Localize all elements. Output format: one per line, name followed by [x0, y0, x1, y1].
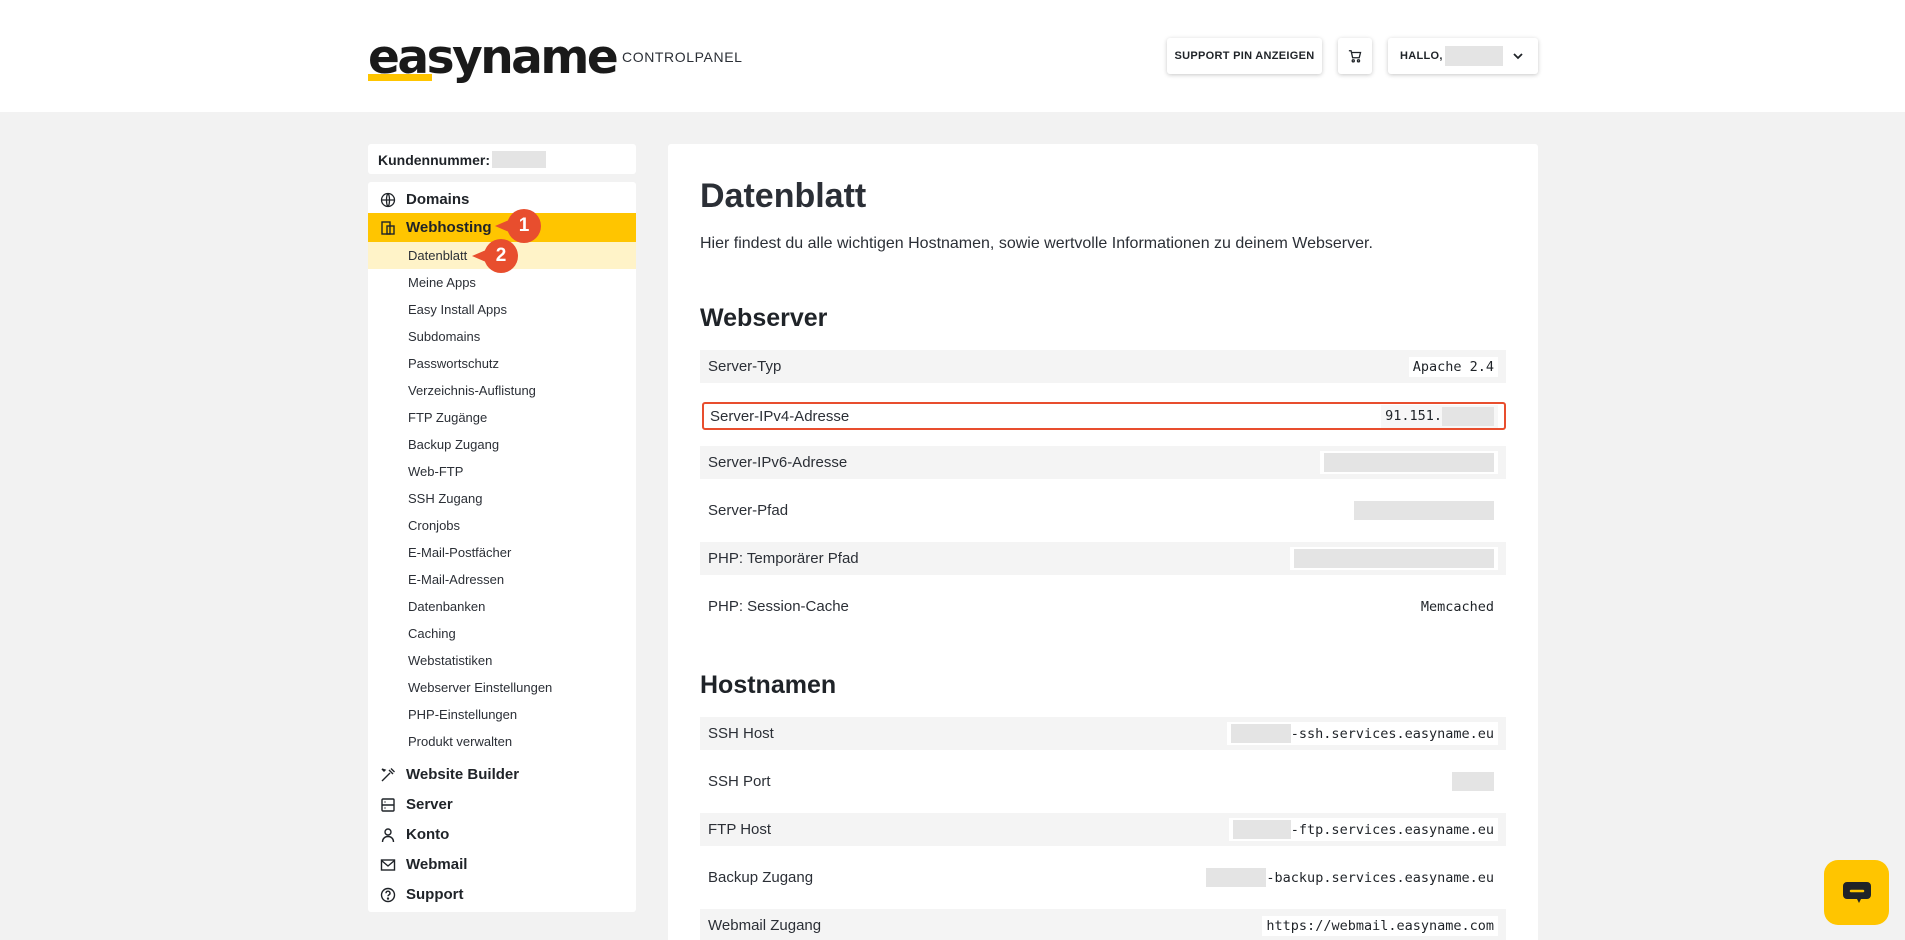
easyname-logo[interactable]: easyname	[368, 34, 619, 84]
info-row-backup-zugang: Backup Zugang -backup.services.easyname.…	[700, 861, 1506, 894]
section-title-hostnamen: Hostnamen	[700, 671, 837, 699]
globe-icon	[380, 192, 396, 207]
info-value[interactable]	[1448, 770, 1498, 793]
controlpanel-label: CONTROLPANEL	[622, 49, 743, 65]
info-value[interactable]: -backup.services.easyname.eu	[1202, 866, 1498, 889]
info-row-ssh-host: SSH Host -ssh.services.easyname.eu	[700, 717, 1506, 750]
sidebar-sub-backup-zugang[interactable]: Backup Zugang	[368, 431, 636, 458]
sidebar-sub-ftp-zugaenge[interactable]: FTP Zugänge	[368, 404, 636, 431]
section-title-webserver: Webserver	[700, 304, 828, 332]
info-value[interactable]	[1290, 547, 1498, 570]
info-label: PHP: Temporärer Pfad	[708, 550, 859, 567]
sidebar-sub-easy-install-apps[interactable]: Easy Install Apps	[368, 296, 636, 323]
info-label: Webmail Zugang	[708, 917, 822, 934]
sidebar-item-domains[interactable]: Domains	[368, 185, 636, 214]
sidebar-item-webmail[interactable]: Webmail	[368, 850, 636, 879]
sidebar-sub-passwortschutz[interactable]: Passwortschutz	[368, 350, 636, 377]
chat-button[interactable]	[1824, 860, 1889, 925]
sidebar-sub-email-postfaecher[interactable]: E-Mail-Postfächer	[368, 539, 636, 566]
user-menu-button[interactable]: HALLO,	[1388, 38, 1538, 74]
sidebar-sub-php-einstellungen[interactable]: PHP-Einstellungen	[368, 701, 636, 728]
info-row-server-ipv4: Server-IPv4-Adresse 91.151.	[702, 402, 1506, 430]
info-label: Server-IPv4-Adresse	[710, 407, 850, 425]
info-row-ssh-port: SSH Port	[700, 765, 1506, 798]
info-label: Backup Zugang	[708, 869, 814, 886]
builder-icon	[381, 767, 395, 781]
sidebar-item-support[interactable]: Support	[368, 880, 636, 909]
info-value[interactable]	[1350, 499, 1498, 522]
redacted-customer-number	[492, 151, 546, 168]
sidebar-sub-webserver-einstellungen[interactable]: Webserver Einstellungen	[368, 674, 636, 701]
info-row-webmail-zugang: Webmail Zugang https://webmail.easyname.…	[700, 909, 1506, 940]
sidebar-sub-caching[interactable]: Caching	[368, 620, 636, 647]
main-content: Datenblatt Hier findest du alle wichtige…	[668, 144, 1538, 940]
info-label: SSH Host	[708, 725, 774, 742]
sidebar-sub-meine-apps[interactable]: Meine Apps	[368, 269, 636, 296]
top-header: easyname CONTROLPANEL SUPPORT PIN ANZEIG…	[0, 0, 1905, 112]
info-value[interactable]: 91.151.	[1381, 404, 1498, 428]
info-label: Server-IPv6-Adresse	[708, 454, 848, 471]
info-value[interactable]: Apache 2.4	[1408, 356, 1498, 377]
user-greeting: HALLO,	[1400, 50, 1443, 62]
chat-icon	[1842, 881, 1871, 903]
cart-button[interactable]	[1338, 38, 1372, 74]
sidebar-item-server[interactable]: Server	[368, 790, 636, 819]
hosting-icon	[381, 220, 395, 235]
user-icon	[381, 827, 395, 842]
info-label: SSH Port	[708, 773, 771, 790]
sidebar-sub-subdomains[interactable]: Subdomains	[368, 323, 636, 350]
redacted-value	[1442, 406, 1494, 426]
info-row-server-ipv6: Server-IPv6-Adresse	[700, 446, 1506, 479]
support-pin-button[interactable]: SUPPORT PIN ANZEIGEN	[1167, 38, 1322, 74]
page-title: Datenblatt	[700, 177, 867, 215]
sidebar-nav: Domains Webhosting Datenblatt Meine Apps…	[368, 182, 636, 912]
redacted-username	[1444, 46, 1503, 66]
step-badge-2: 2	[472, 239, 518, 273]
redacted-value	[1230, 724, 1291, 743]
sidebar-sub-produkt-verwalten[interactable]: Produkt verwalten	[368, 728, 636, 755]
redacted-value	[1354, 501, 1494, 520]
mail-icon	[380, 858, 396, 871]
info-label: FTP Host	[708, 821, 772, 838]
info-label: Server-Pfad	[708, 502, 789, 519]
customer-number: Kundennummer:	[368, 144, 636, 174]
sidebar-sub-cronjobs[interactable]: Cronjobs	[368, 512, 636, 539]
sidebar-sub-email-adressen[interactable]: E-Mail-Adressen	[368, 566, 636, 593]
page-intro: Hier findest du alle wichtigen Hostnamen…	[700, 235, 1373, 252]
info-value[interactable]: -ftp.services.easyname.eu	[1228, 818, 1498, 841]
sidebar-item-website-builder[interactable]: Website Builder	[368, 760, 636, 789]
step-badge-1: 1	[495, 209, 541, 243]
sidebar-sub-datenbanken[interactable]: Datenbanken	[368, 593, 636, 620]
help-icon	[380, 887, 396, 902]
cart-icon	[1348, 50, 1362, 63]
info-row-php-session-cache: PHP: Session-Cache Memcached	[700, 590, 1506, 623]
info-value[interactable]: Memcached	[1416, 596, 1498, 617]
info-row-ftp-host: FTP Host -ftp.services.easyname.eu	[700, 813, 1506, 846]
info-label: Server-Typ	[708, 358, 782, 375]
sidebar-item-konto[interactable]: Konto	[368, 820, 636, 849]
info-value[interactable]	[1320, 451, 1498, 474]
info-label: PHP: Session-Cache	[708, 598, 849, 615]
sidebar-sub-ssh-zugang[interactable]: SSH Zugang	[368, 485, 636, 512]
info-row-server-pfad: Server-Pfad	[700, 494, 1506, 527]
redacted-value	[1232, 820, 1291, 839]
sidebar-sub-web-ftp[interactable]: Web-FTP	[368, 458, 636, 485]
redacted-value	[1452, 772, 1494, 791]
info-value[interactable]: https://webmail.easyname.com	[1262, 915, 1498, 936]
redacted-value	[1206, 868, 1267, 887]
info-value[interactable]: -ssh.services.easyname.eu	[1226, 722, 1498, 745]
chevron-down-icon	[1513, 53, 1523, 60]
sidebar-sub-webstatistiken[interactable]: Webstatistiken	[368, 647, 636, 674]
logo-underline	[368, 74, 432, 81]
info-row-php-temp-pfad: PHP: Temporärer Pfad	[700, 542, 1506, 575]
redacted-value	[1324, 453, 1494, 472]
info-row-server-typ: Server-Typ Apache 2.4	[700, 350, 1506, 383]
sidebar-sub-verzeichnis-auflistung[interactable]: Verzeichnis-Auflistung	[368, 377, 636, 404]
server-icon	[381, 797, 395, 812]
redacted-value	[1294, 549, 1494, 568]
